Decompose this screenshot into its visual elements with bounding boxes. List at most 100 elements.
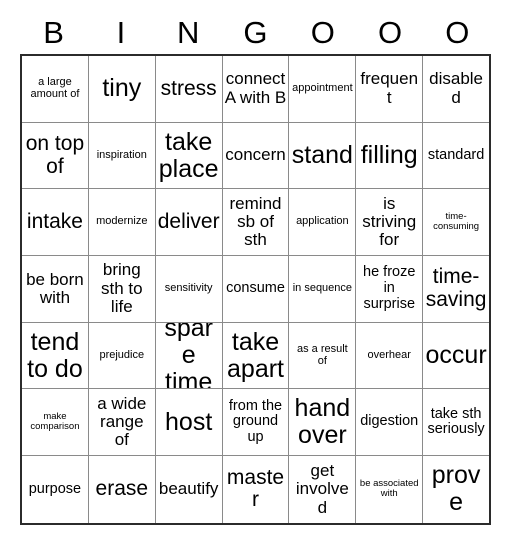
bingo-cell-label: tiny xyxy=(102,74,142,103)
bingo-cell-label: get involved xyxy=(295,460,349,517)
bingo-cell-label: stand xyxy=(291,141,353,170)
bingo-cell-label: time-saving xyxy=(425,265,487,311)
bingo-cell[interactable]: remind sb of sth xyxy=(223,189,290,256)
bingo-cell[interactable]: inspiration xyxy=(89,122,156,189)
bingo-row: intake modernize deliver remind sb of sth ap… xyxy=(22,189,489,257)
bingo-cell-label: on top of xyxy=(25,131,85,178)
bingo-cell[interactable]: beautify xyxy=(156,456,223,523)
bingo-cell-label: standard xyxy=(427,146,485,163)
bingo-cell[interactable]: occur xyxy=(423,323,489,389)
bingo-cell[interactable]: time-saving xyxy=(423,256,489,322)
bingo-cell-label: beautify xyxy=(158,479,219,499)
bingo-cell[interactable]: tiny xyxy=(89,56,156,122)
bingo-cell-label: in sequence xyxy=(292,281,353,294)
bingo-cell[interactable]: from the ground up xyxy=(223,389,290,456)
bingo-cell[interactable]: stress xyxy=(156,56,223,122)
bingo-cell-label: overhear xyxy=(367,348,411,361)
bingo-cell-label: occur xyxy=(425,341,487,370)
bingo-cell-label: from the ground up xyxy=(228,397,283,446)
bingo-cell[interactable]: a wide range of xyxy=(89,389,156,456)
bingo-row: tend to do prejudice spare time take apart a… xyxy=(22,322,489,390)
bingo-cell[interactable]: deliver xyxy=(156,189,223,256)
bingo-cell[interactable]: prove xyxy=(423,456,489,523)
bingo-header-letter-1: I xyxy=(116,14,126,50)
bingo-cell-label: spare time xyxy=(164,322,213,389)
bingo-cell-label: application xyxy=(296,215,349,228)
bingo-cell[interactable]: appointment xyxy=(289,56,357,122)
bingo-cell-label: take place xyxy=(158,127,219,183)
bingo-cell[interactable]: frequent xyxy=(356,56,424,122)
bingo-cell[interactable]: connect A with B xyxy=(223,56,290,122)
bingo-cell-label: purpose xyxy=(28,480,82,497)
bingo-cell[interactable]: intake xyxy=(22,189,89,256)
bingo-cell[interactable]: tend to do xyxy=(22,322,89,389)
bingo-cell[interactable]: filling xyxy=(356,122,424,189)
bingo-cell-label: disabled xyxy=(429,69,484,107)
bingo-cell[interactable]: in sequence xyxy=(289,256,357,322)
bingo-cell[interactable]: stand xyxy=(289,122,357,189)
bingo-cell[interactable]: make comparison xyxy=(22,389,89,456)
bingo-cell[interactable]: take sth seriously xyxy=(423,389,489,455)
bingo-header-letter-2: N xyxy=(177,14,200,50)
bingo-cell[interactable]: be associated with xyxy=(356,456,424,523)
bingo-cell[interactable]: hand over xyxy=(289,389,357,456)
bingo-cell[interactable]: on top of xyxy=(22,122,89,189)
bingo-cell[interactable]: disabled xyxy=(423,56,489,122)
bingo-cell[interactable]: time-consuming xyxy=(423,189,489,255)
bingo-cell-label: deliver xyxy=(157,209,220,233)
bingo-cell-label: bring sth to life xyxy=(100,260,143,317)
bingo-cell[interactable]: is striving for xyxy=(356,189,424,256)
bingo-cell[interactable]: application xyxy=(289,189,357,256)
bingo-cell-label: remind sb of sth xyxy=(229,193,282,250)
bingo-cell-label: filling xyxy=(360,141,418,170)
bingo-cell[interactable]: standard xyxy=(423,123,489,189)
bingo-cell[interactable]: be born with xyxy=(22,256,89,322)
bingo-cell-label: appointment xyxy=(292,81,353,94)
bingo-cell[interactable]: take apart xyxy=(223,322,290,389)
bingo-cell-label: modernize xyxy=(96,215,148,228)
bingo-grid: a large amount of tiny stress connect A wit… xyxy=(20,54,491,525)
bingo-cell-label: concern xyxy=(225,145,286,165)
bingo-cell[interactable]: take place xyxy=(156,122,223,189)
bingo-cell[interactable]: prejudice xyxy=(89,322,156,389)
bingo-cell[interactable]: consume xyxy=(223,256,290,322)
bingo-row: a large amount of tiny stress connect A wit… xyxy=(22,56,489,123)
bingo-cell-label: prove xyxy=(431,461,481,517)
bingo-cell[interactable]: erase xyxy=(89,456,156,523)
bingo-cell-label: consume xyxy=(226,280,285,297)
bingo-cell[interactable]: as a result of xyxy=(289,322,357,389)
bingo-cell-label: a large amount of xyxy=(30,75,80,100)
bingo-cell[interactable]: host xyxy=(156,389,223,456)
bingo-cell[interactable]: digestion xyxy=(356,389,424,456)
bingo-cell[interactable]: master xyxy=(223,456,290,523)
bingo-cell-label: digestion xyxy=(360,413,419,430)
bingo-cell[interactable]: concern xyxy=(223,122,290,189)
bingo-cell[interactable]: overhear xyxy=(356,322,424,389)
bingo-cell[interactable]: get involved xyxy=(289,456,357,523)
bingo-header-letter-6: O xyxy=(445,14,470,50)
bingo-cell-label: be associated with xyxy=(359,478,419,500)
bingo-header-letter-4: O xyxy=(310,14,335,50)
bingo-cell-label: a wide range of xyxy=(97,393,147,450)
bingo-cell[interactable]: modernize xyxy=(89,189,156,256)
bingo-cell-label: be born with xyxy=(26,269,84,307)
bingo-cell[interactable]: he froze in surprise xyxy=(356,256,424,322)
bingo-cell-label: take sth seriously xyxy=(427,405,485,438)
bingo-cell[interactable]: sensitivity xyxy=(156,256,223,322)
bingo-cell[interactable]: purpose xyxy=(22,456,89,523)
bingo-header-letter-5: O xyxy=(377,14,403,50)
bingo-cell-label: connect A with B xyxy=(224,69,287,107)
bingo-cell-label: as a result of xyxy=(296,342,348,367)
bingo-cell[interactable]: a large amount of xyxy=(22,56,89,122)
bingo-cell-label: time-consuming xyxy=(433,210,480,233)
bingo-cell[interactable]: bring sth to life xyxy=(89,256,156,322)
bingo-cell[interactable]: spare time xyxy=(156,322,223,389)
bingo-row: purpose erase beautify master get involved be… xyxy=(22,456,489,523)
bingo-cell-label: prejudice xyxy=(99,348,145,361)
bingo-row: make comparison a wide range of host from t… xyxy=(22,389,489,457)
bingo-cell-label: hand over xyxy=(294,394,351,450)
bingo-header-letter-3: G xyxy=(243,14,268,50)
bingo-row: on top of inspiration take place concern sta… xyxy=(22,122,489,190)
bingo-row: be born with bring sth to life sensitivity… xyxy=(22,256,489,323)
bingo-card: B I N G O O O a large amount of tiny stres… xyxy=(20,10,491,525)
